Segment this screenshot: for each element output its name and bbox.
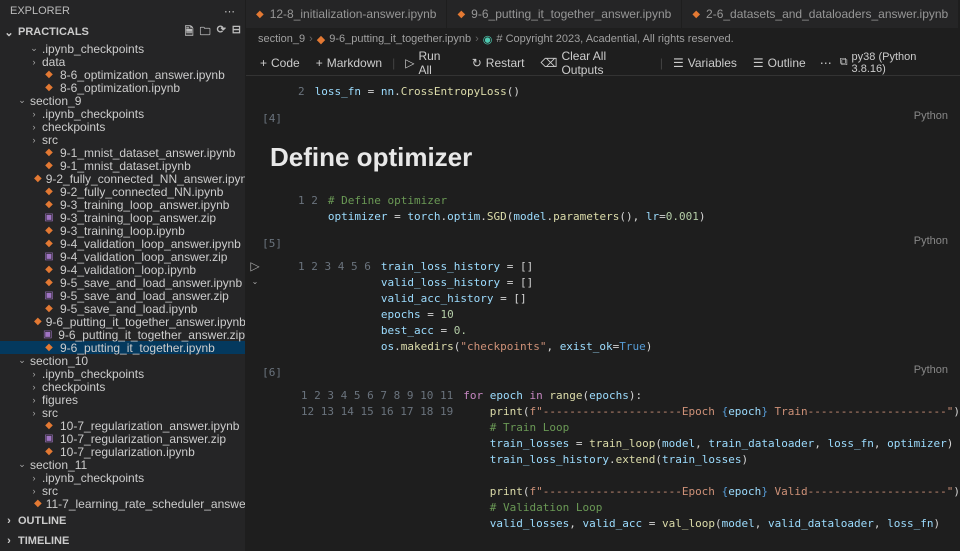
kernel-icon: ⧉ bbox=[840, 56, 848, 69]
collapse-icon[interactable]: ⊟ bbox=[232, 23, 241, 42]
tree-item[interactable]: ◆8-6_optimization_answer.ipynb bbox=[0, 68, 245, 81]
tree-item[interactable]: ⌄section_9 bbox=[0, 94, 245, 107]
add-code-button[interactable]: +Code bbox=[254, 54, 306, 72]
tree-item[interactable]: ◆10-7_regularization_answer.ipynb bbox=[0, 419, 245, 432]
tree-item[interactable]: ⌄section_11 bbox=[0, 458, 245, 471]
file-tree: ⌄.ipynb_checkpoints›data◆8-6_optimizatio… bbox=[0, 42, 245, 511]
tree-item[interactable]: ◆9-5_save_and_load.ipynb bbox=[0, 302, 245, 315]
clear-outputs-button[interactable]: ⌫Clear All Outputs bbox=[534, 47, 655, 79]
crumb-file[interactable]: 9-6_putting_it_together.ipynb bbox=[329, 33, 471, 45]
code-cell[interactable]: 1 2 3 4 5 6 7 8 9 10 11 12 13 14 15 16 1… bbox=[246, 384, 960, 551]
tree-item[interactable]: ▣9-5_save_and_load_answer.zip bbox=[0, 289, 245, 302]
exec-count: [6] bbox=[246, 362, 290, 380]
notebook-body: 2loss_fn = nn.CrossEntropyLoss() [4] Pyt… bbox=[246, 76, 960, 551]
editor-tab[interactable]: ◆2-6_datasets_and_dataloaders_answer.ipy… bbox=[682, 0, 959, 28]
tree-item[interactable]: ›checkpoints bbox=[0, 120, 245, 133]
outline-section[interactable]: › OUTLINE bbox=[0, 511, 245, 531]
md-heading: Define optimizer bbox=[270, 142, 936, 173]
chevron-right-icon: › bbox=[4, 535, 14, 547]
tree-item[interactable]: ◆9-1_mnist_dataset.ipynb bbox=[0, 159, 245, 172]
run-cell-button[interactable]: ▷ ⌄ bbox=[246, 255, 264, 359]
tree-item[interactable]: ◆9-5_save_and_load_answer.ipynb bbox=[0, 276, 245, 289]
tree-item[interactable]: ◆9-6_putting_it_together_answer.ipynb bbox=[0, 315, 245, 328]
markdown-cell[interactable]: Define optimizer bbox=[246, 130, 960, 185]
explorer-sidebar: EXPLORER ⋯ ⌄ PRACTICALS 🗎 🗀 ⟳ ⊟ ⌄.ipynb_… bbox=[0, 0, 246, 551]
tree-item[interactable]: ◆8-6_optimization.ipynb bbox=[0, 81, 245, 94]
refresh-icon[interactable]: ⟳ bbox=[217, 23, 226, 42]
toolbar-more-icon[interactable]: ⋯ bbox=[816, 56, 836, 70]
cell-icon: ◉ bbox=[483, 33, 493, 46]
tree-item[interactable]: ⌄.ipynb_checkpoints bbox=[0, 42, 245, 55]
tab-bar: ◆12-8_initialization-answer.ipynb◆9-6_pu… bbox=[246, 0, 960, 28]
tree-item[interactable]: ›checkpoints bbox=[0, 380, 245, 393]
tree-item[interactable]: ◆9-6_putting_it_together.ipynb bbox=[0, 341, 245, 354]
tree-item[interactable]: ⌄section_10 bbox=[0, 354, 245, 367]
code-cell[interactable]: ▷ ⌄ 1 2 3 4 5 6 train_loss_history = [] … bbox=[246, 255, 960, 359]
editor-area: ◆12-8_initialization-answer.ipynb◆9-6_pu… bbox=[246, 0, 960, 551]
notebook-toolbar: +Code +Markdown | ▷Run All ↻Restart ⌫Cle… bbox=[246, 50, 960, 76]
tree-item[interactable]: ›.ipynb_checkpoints bbox=[0, 107, 245, 120]
tree-item[interactable]: ◆9-3_training_loop_answer.ipynb bbox=[0, 198, 245, 211]
add-markdown-button[interactable]: +Markdown bbox=[310, 54, 388, 72]
tree-item[interactable]: ◆9-4_validation_loop.ipynb bbox=[0, 263, 245, 276]
tree-item[interactable]: ›.ipynb_checkpoints bbox=[0, 471, 245, 484]
tree-item[interactable]: ◆9-1_mnist_dataset_answer.ipynb bbox=[0, 146, 245, 159]
new-file-icon[interactable]: 🗎 bbox=[185, 23, 194, 42]
tree-item[interactable]: ▣10-7_regularization_answer.zip bbox=[0, 432, 245, 445]
explorer-more-icon[interactable]: ⋯ bbox=[224, 5, 235, 18]
tree-item[interactable]: ▣9-4_validation_loop_answer.zip bbox=[0, 250, 245, 263]
tree-item[interactable]: ◆9-2_fully_connected_NN.ipynb bbox=[0, 185, 245, 198]
kernel-selector[interactable]: ⧉ py38 (Python 3.8.16) bbox=[840, 51, 952, 75]
tree-item[interactable]: ›src bbox=[0, 133, 245, 146]
chevron-right-icon: › bbox=[4, 515, 14, 527]
variables-button[interactable]: ☰Variables bbox=[667, 54, 743, 72]
lang-tag: Python bbox=[290, 108, 960, 126]
tree-item[interactable]: ◆9-3_training_loop.ipynb bbox=[0, 224, 245, 237]
editor-tab[interactable]: ◆9-6_putting_it_together_answer.ipynb bbox=[447, 0, 682, 28]
tree-item[interactable]: ›src bbox=[0, 484, 245, 497]
code-cell[interactable]: 2loss_fn = nn.CrossEntropyLoss() bbox=[246, 80, 960, 104]
exec-count: [5] bbox=[246, 233, 290, 251]
tree-item[interactable]: ›data bbox=[0, 55, 245, 68]
chevron-down-icon: ⌄ bbox=[4, 26, 14, 39]
tree-item[interactable]: ›figures bbox=[0, 393, 245, 406]
tree-item[interactable]: ▣9-3_training_loop_answer.zip bbox=[0, 211, 245, 224]
tree-item[interactable]: ◆9-2_fully_connected_NN_answer.ipynb bbox=[0, 172, 245, 185]
exec-count: [4] bbox=[246, 108, 290, 126]
tree-item[interactable]: ›src bbox=[0, 406, 245, 419]
tree-item[interactable]: ›.ipynb_checkpoints bbox=[0, 367, 245, 380]
code-cell[interactable]: 1 2 # Define optimizer optimizer = torch… bbox=[246, 189, 960, 229]
tree-item[interactable]: ▣9-6_putting_it_together_answer.zip bbox=[0, 328, 245, 341]
explorer-title: EXPLORER bbox=[10, 5, 70, 17]
workspace-name: PRACTICALS bbox=[18, 26, 89, 38]
editor-tab[interactable]: ◆12-8_initialization-answer.ipynb bbox=[246, 0, 447, 28]
tree-item[interactable]: ◆11-7_learning_rate_scheduler_answer.ipy… bbox=[0, 497, 245, 510]
new-folder-icon[interactable]: 🗀 bbox=[200, 23, 211, 42]
run-all-button[interactable]: ▷Run All bbox=[399, 47, 462, 79]
crumb-folder[interactable]: section_9 bbox=[258, 33, 305, 45]
outline-button[interactable]: ☰Outline bbox=[747, 54, 812, 72]
crumb-cell[interactable]: # Copyright 2023, Acadential, All rights… bbox=[496, 33, 733, 45]
restart-button[interactable]: ↻Restart bbox=[466, 54, 531, 72]
workspace-header[interactable]: ⌄ PRACTICALS 🗎 🗀 ⟳ ⊟ bbox=[0, 22, 245, 42]
tree-item[interactable]: ◆9-4_validation_loop_answer.ipynb bbox=[0, 237, 245, 250]
timeline-section[interactable]: › TIMELINE bbox=[0, 531, 245, 551]
tree-item[interactable]: ◆10-7_regularization.ipynb bbox=[0, 445, 245, 458]
notebook-icon: ◆ bbox=[317, 33, 325, 46]
